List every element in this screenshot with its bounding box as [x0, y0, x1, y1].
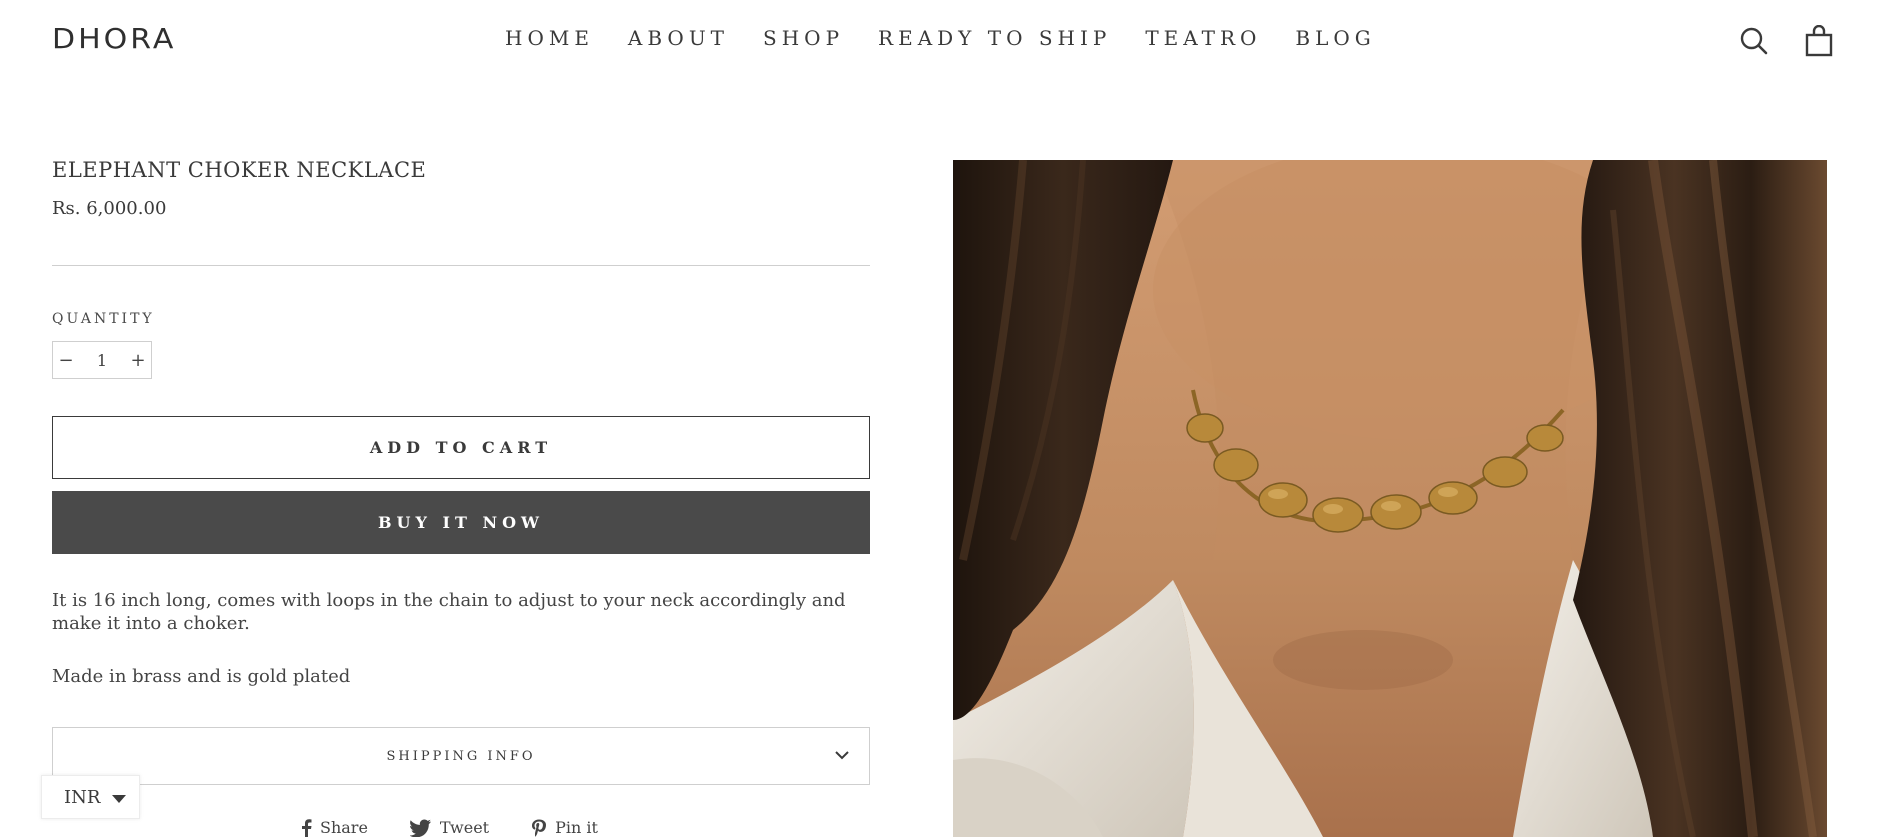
- social-share: Share Tweet Pin it: [300, 818, 598, 837]
- nav-item-home[interactable]: HOME: [505, 26, 594, 50]
- nav-item-ready-to-ship[interactable]: READY TO SHIP: [878, 26, 1111, 50]
- product-image[interactable]: [953, 160, 1827, 837]
- quantity-increase-button[interactable]: +: [125, 350, 151, 371]
- share-facebook-label: Share: [320, 818, 368, 837]
- nav-item-shop[interactable]: SHOP: [763, 26, 844, 50]
- nav-item-blog[interactable]: BLOG: [1295, 26, 1375, 50]
- buy-it-now-button[interactable]: BUY IT NOW: [52, 491, 870, 554]
- add-to-cart-button[interactable]: ADD TO CART: [52, 416, 870, 479]
- pinterest-icon: [532, 819, 547, 837]
- nav-item-teatro[interactable]: TEATRO: [1145, 26, 1261, 50]
- product-description: It is 16 inch long, comes with loops in …: [52, 590, 846, 634]
- site-header: DHORA HOME ABOUT SHOP READY TO SHIP TEAT…: [0, 0, 1882, 80]
- share-facebook-link[interactable]: Share: [300, 818, 368, 837]
- currency-value: INR: [64, 786, 101, 808]
- divider: [52, 265, 870, 266]
- share-twitter-label: Tweet: [439, 818, 490, 837]
- share-pinterest-label: Pin it: [555, 818, 598, 837]
- nav-item-about[interactable]: ABOUT: [628, 26, 729, 50]
- product-price: Rs. 6,000.00: [52, 198, 167, 219]
- product-photo-art: [953, 160, 1827, 837]
- search-button[interactable]: [1737, 24, 1771, 58]
- shipping-info-label: SHIPPING INFO: [386, 748, 536, 764]
- twitter-icon: [409, 819, 431, 837]
- currency-selector[interactable]: INR: [41, 775, 140, 819]
- share-twitter-link[interactable]: Tweet: [409, 818, 490, 837]
- cart-bag-icon: [1805, 25, 1833, 57]
- quantity-decrease-button[interactable]: −: [53, 350, 79, 371]
- quantity-input[interactable]: 1: [79, 351, 125, 370]
- quantity-stepper: − 1 +: [52, 341, 152, 379]
- caret-down-icon: [112, 795, 126, 803]
- shipping-info-accordion[interactable]: SHIPPING INFO: [52, 727, 870, 785]
- quantity-label: QUANTITY: [52, 311, 155, 327]
- share-pinterest-link[interactable]: Pin it: [531, 818, 598, 837]
- product-material: Made in brass and is gold plated: [52, 666, 351, 687]
- main-nav: HOME ABOUT SHOP READY TO SHIP TEATRO BLO…: [505, 26, 1410, 50]
- facebook-icon: [302, 818, 312, 837]
- search-icon: [1740, 27, 1768, 55]
- product-title: ELEPHANT CHOKER NECKLACE: [52, 158, 427, 182]
- cart-button[interactable]: [1802, 24, 1836, 58]
- chevron-down-icon: [835, 751, 849, 760]
- brand-logo[interactable]: DHORA: [52, 23, 176, 55]
